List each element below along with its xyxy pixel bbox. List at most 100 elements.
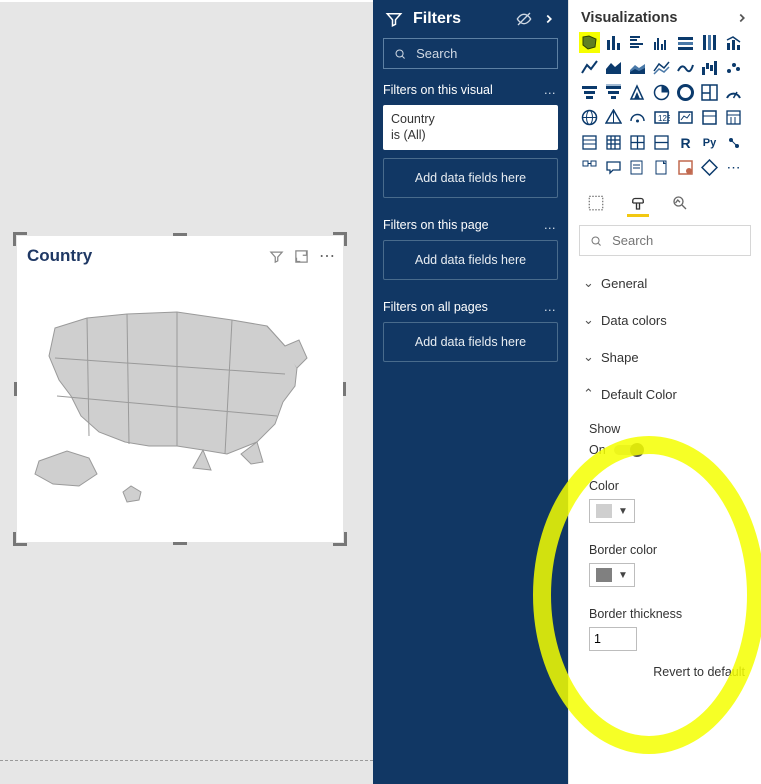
- viz-slicer-icon[interactable]: [699, 107, 720, 128]
- chevron-down-icon: ▼: [618, 506, 628, 517]
- add-fields-page[interactable]: Add data fields here: [383, 240, 558, 280]
- revert-to-default-button[interactable]: Revert to default: [569, 661, 761, 689]
- viz-grid-icon[interactable]: [627, 132, 648, 153]
- viz-card-icon[interactable]: [627, 107, 648, 128]
- viz-treemap-icon[interactable]: [627, 82, 648, 103]
- resize-handle-top-right[interactable]: [333, 232, 347, 246]
- resize-handle-top[interactable]: [173, 233, 187, 236]
- viz-area-icon[interactable]: [603, 57, 624, 78]
- report-canvas[interactable]: Country ⋯: [0, 0, 373, 784]
- viz-funnel-icon[interactable]: [579, 82, 600, 103]
- viz-pie-icon[interactable]: [651, 82, 672, 103]
- viz-shape-map-icon[interactable]: [579, 32, 600, 53]
- format-search-input[interactable]: [610, 232, 740, 249]
- viz-smart-narrative-icon[interactable]: [627, 157, 648, 178]
- viz-line-icon[interactable]: [579, 57, 600, 78]
- resize-handle-right[interactable]: [343, 382, 346, 396]
- viz-decomp-tree-icon[interactable]: [603, 82, 624, 103]
- viz-scatter-icon[interactable]: [723, 57, 744, 78]
- section-more-icon[interactable]: …: [544, 83, 559, 97]
- section-more-icon[interactable]: …: [544, 218, 559, 232]
- viz-python-icon[interactable]: Py: [699, 132, 720, 153]
- border-color-label: Border color: [589, 543, 745, 557]
- format-group-shape[interactable]: ⌄ Shape: [569, 338, 761, 375]
- hide-filters-icon[interactable]: [516, 11, 532, 27]
- resize-handle-bottom-right[interactable]: [333, 532, 347, 546]
- filter-field-name: Country: [391, 111, 550, 127]
- resize-handle-top-left[interactable]: [13, 232, 27, 246]
- filter-icon: [385, 10, 403, 28]
- viz-waterfall-icon[interactable]: [699, 57, 720, 78]
- viz-matrix-icon[interactable]: [579, 132, 600, 153]
- color-label: Color: [589, 479, 745, 493]
- viz-gauge-icon[interactable]: [723, 82, 744, 103]
- add-fields-visual[interactable]: Add data fields here: [383, 158, 558, 198]
- viz-get-more-icon[interactable]: [699, 157, 720, 178]
- collapse-visualizations-icon[interactable]: [735, 11, 749, 25]
- tab-fields[interactable]: [585, 191, 607, 217]
- tab-analytics[interactable]: [669, 191, 691, 217]
- section-more-icon[interactable]: …: [544, 300, 559, 314]
- visualizations-title: Visualizations: [581, 10, 677, 26]
- focus-mode-icon[interactable]: [294, 249, 309, 264]
- viz-clustered-column-icon[interactable]: [651, 32, 672, 53]
- viz-key-drivers-icon[interactable]: [723, 132, 744, 153]
- filters-search[interactable]: [383, 38, 558, 69]
- format-group-general[interactable]: ⌄ General: [569, 264, 761, 301]
- viz-donut-icon[interactable]: [675, 82, 696, 103]
- filter-card-country[interactable]: Country is (All): [383, 105, 558, 150]
- filters-search-input[interactable]: [414, 45, 547, 62]
- toggle-value: On: [589, 443, 606, 457]
- viz-key-influencers-icon[interactable]: [651, 132, 672, 153]
- format-group-data-colors[interactable]: ⌄ Data colors: [569, 301, 761, 338]
- viz-matrix-alt-icon[interactable]: [603, 132, 624, 153]
- filter-icon[interactable]: [269, 249, 284, 264]
- viz-power-apps-icon[interactable]: [675, 157, 696, 178]
- viz-clustered-bar-icon[interactable]: [627, 32, 648, 53]
- resize-handle-left[interactable]: [14, 382, 17, 396]
- viz-azure-map-icon[interactable]: [603, 107, 624, 128]
- viz-treemap2-icon[interactable]: [699, 82, 720, 103]
- viz-more-icon[interactable]: ⋯: [723, 157, 744, 178]
- viz-tabs: [569, 183, 761, 217]
- format-search[interactable]: [579, 225, 751, 256]
- viz-100-stacked-bar-icon[interactable]: [675, 32, 696, 53]
- viz-decomposition-icon[interactable]: [579, 157, 600, 178]
- format-group-default-color[interactable]: ⌃ Default Color: [569, 375, 761, 412]
- section-label: Filters on this visual: [383, 83, 493, 97]
- add-fields-all[interactable]: Add data fields here: [383, 322, 558, 362]
- format-group-label: Data colors: [601, 313, 667, 328]
- resize-handle-bottom-left[interactable]: [13, 532, 27, 546]
- viz-100-stacked-column-icon[interactable]: [699, 32, 720, 53]
- viz-multi-row-card-icon[interactable]: 123: [651, 107, 672, 128]
- map-visual[interactable]: Country ⋯: [17, 236, 343, 542]
- format-group-label: General: [601, 276, 647, 291]
- viz-map-icon[interactable]: [579, 107, 600, 128]
- viz-qa-icon[interactable]: [603, 157, 624, 178]
- border-thickness-input[interactable]: [589, 627, 637, 651]
- viz-r-script-icon[interactable]: R: [675, 132, 696, 153]
- show-toggle[interactable]: On: [589, 443, 642, 457]
- filters-pane: Filters Filters on this visual … Country…: [373, 0, 568, 784]
- format-group-label: Shape: [601, 350, 639, 365]
- viz-kpi-icon[interactable]: [675, 107, 696, 128]
- viz-table-icon[interactable]: [723, 107, 744, 128]
- viz-line-column-icon[interactable]: [723, 32, 744, 53]
- show-label: Show: [589, 422, 745, 436]
- visual-actions: ⋯: [269, 246, 337, 266]
- viz-line-stacked-column-icon[interactable]: [651, 57, 672, 78]
- resize-handle-bottom[interactable]: [173, 542, 187, 545]
- viz-ribbon-icon[interactable]: [675, 57, 696, 78]
- collapse-filters-icon[interactable]: [542, 12, 556, 26]
- border-color-picker[interactable]: ▼: [589, 563, 635, 587]
- section-label: Filters on this page: [383, 218, 489, 232]
- viz-stacked-area-icon[interactable]: [627, 57, 648, 78]
- page-guide: [0, 760, 373, 761]
- more-options-icon[interactable]: ⋯: [319, 246, 337, 266]
- tab-format[interactable]: [627, 191, 649, 217]
- filters-header: Filters: [373, 0, 568, 38]
- viz-paginated-icon[interactable]: [651, 157, 672, 178]
- viz-stacked-column-icon[interactable]: [603, 32, 624, 53]
- svg-text:123: 123: [658, 114, 670, 123]
- color-picker[interactable]: ▼: [589, 499, 635, 523]
